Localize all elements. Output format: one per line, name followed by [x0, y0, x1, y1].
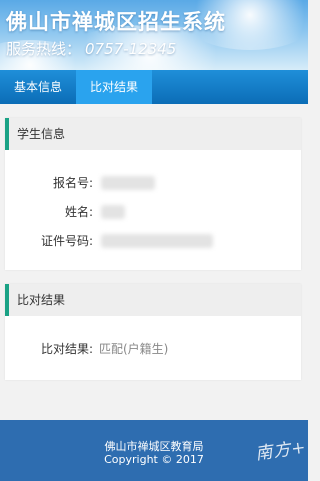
service-hotline: 服务热线： 0757-12345	[6, 38, 176, 59]
registration-number-label: 报名号:	[52, 176, 93, 190]
registration-number-row: 报名号:	[5, 173, 301, 193]
compare-result-card: 比对结果 比对结果: 匹配(户籍生)	[5, 284, 301, 380]
site-header: 佛山市禅城区招生系统 服务热线： 0757-12345	[0, 0, 308, 70]
compare-result-heading: 比对结果	[5, 284, 301, 316]
tab-basic-info[interactable]: 基本信息	[0, 70, 76, 104]
name-row: 姓名:	[5, 202, 301, 222]
tab-bar: 基本信息 比对结果	[0, 70, 308, 104]
id-number-row: 证件号码:	[5, 231, 301, 251]
hotline-label: 服务热线：	[6, 40, 82, 58]
hotline-number: 0757-12345	[85, 40, 177, 58]
compare-result-label: 比对结果:	[40, 342, 93, 356]
student-info-card: 学生信息 报名号: 姓名: 证件号码:	[5, 118, 301, 270]
site-title: 佛山市禅城区招生系统	[6, 10, 226, 34]
registration-number-redacted	[101, 176, 155, 190]
id-number-label: 证件号码:	[40, 234, 93, 248]
student-info-heading: 学生信息	[5, 118, 301, 150]
tab-compare-result[interactable]: 比对结果	[76, 70, 153, 104]
name-label: 姓名:	[64, 205, 93, 219]
compare-result-value: 匹配(户籍生)	[99, 342, 169, 356]
compare-result-row: 比对结果: 匹配(户籍生)	[5, 339, 301, 359]
name-redacted	[101, 205, 125, 219]
id-number-redacted	[101, 234, 213, 248]
